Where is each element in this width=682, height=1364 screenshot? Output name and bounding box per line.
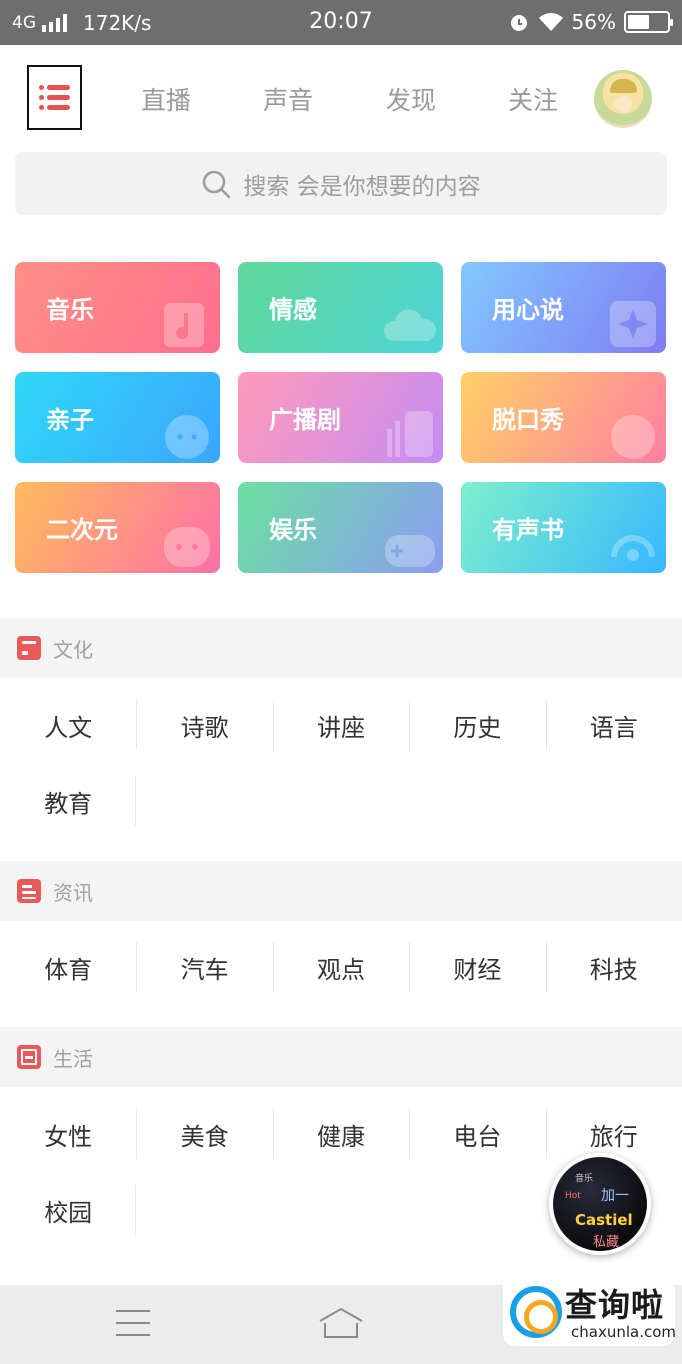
battery-percent: 56%	[571, 10, 616, 34]
category-label: 二次元	[46, 516, 118, 544]
cover-word: 加一	[601, 1188, 629, 1204]
subcategory-item[interactable]: 电台	[409, 1096, 545, 1172]
home-icon[interactable]	[318, 1307, 364, 1341]
subcategory-item[interactable]: 体育	[0, 929, 136, 1005]
category-music[interactable]: 音乐	[15, 262, 220, 353]
search-placeholder: 搜索 会是你想要的内容	[243, 173, 481, 200]
status-bar: 4G 172K/s 20:07 56%	[0, 0, 682, 45]
cover-word: Castiel	[575, 1211, 633, 1229]
news-icon	[17, 879, 41, 903]
subcategory-item[interactable]: 美食	[136, 1096, 272, 1172]
cover-word: 私藏	[593, 1235, 620, 1250]
watermark-url: chaxunla.com	[571, 1323, 676, 1341]
recent-apps-icon[interactable]	[116, 1310, 150, 1336]
search-bar[interactable]: 搜索 会是你想要的内容	[15, 152, 667, 215]
category-label: 用心说	[492, 296, 564, 324]
category-anime[interactable]: 二次元	[15, 482, 220, 573]
subcategory-item[interactable]: 教育	[0, 763, 137, 839]
alarm-icon	[510, 15, 527, 31]
menu-button[interactable]	[27, 65, 82, 130]
category-audiobook[interactable]: 有声书	[461, 482, 666, 573]
subcategory-item[interactable]: 科技	[545, 929, 682, 1005]
subcategory-item[interactable]: 历史	[409, 687, 545, 763]
tab-discover[interactable]: 发现	[371, 81, 451, 117]
category-heart-talk[interactable]: 用心说	[461, 262, 666, 353]
subcategory-item[interactable]: 女性	[0, 1096, 136, 1172]
category-label: 有声书	[492, 516, 564, 544]
watermark-title: 查询啦	[565, 1286, 665, 1324]
category-talk-show[interactable]: 脱口秀	[461, 372, 666, 463]
album-cover: 音乐 加一 Hot Castiel 私藏	[553, 1157, 647, 1251]
cover-word: Hot	[565, 1191, 581, 1201]
section-row: 教育	[0, 763, 682, 839]
section-row: 体育 汽车 观点 财经 科技	[0, 929, 682, 1005]
category-radio-drama[interactable]: 广播剧	[238, 372, 443, 463]
section-header-news: 资讯	[0, 861, 682, 921]
section-header-life: 生活	[0, 1027, 682, 1087]
tab-sound[interactable]: 声音	[248, 81, 328, 117]
category-label: 情感	[269, 296, 317, 324]
subcategory-item[interactable]: 财经	[409, 929, 545, 1005]
robot-icon	[164, 527, 210, 567]
radio-icon	[387, 411, 433, 457]
category-label: 脱口秀	[492, 406, 564, 434]
tab-live[interactable]: 直播	[126, 81, 206, 117]
search-icon	[203, 170, 231, 198]
category-emotion[interactable]: 情感	[238, 262, 443, 353]
category-entertainment[interactable]: 娱乐	[238, 482, 443, 573]
gamepad-icon	[385, 535, 435, 567]
battery-fill	[628, 15, 650, 29]
cover-word: 音乐	[575, 1174, 594, 1184]
headset-icon	[611, 535, 655, 561]
watermark-logo: 查询啦 chaxunla.com	[503, 1276, 676, 1346]
subcategory-item[interactable]: 讲座	[272, 687, 409, 763]
tab-follow[interactable]: 关注	[493, 81, 573, 117]
subcategory-item[interactable]: 健康	[272, 1096, 409, 1172]
cloud-icon	[383, 309, 436, 341]
subcategory-item[interactable]: 汽车	[136, 929, 272, 1005]
section-title: 资讯	[53, 880, 93, 905]
wifi-icon	[538, 13, 563, 31]
category-parenting[interactable]: 亲子	[15, 372, 220, 463]
music-note-icon	[164, 303, 204, 347]
section-title: 生活	[53, 1046, 93, 1071]
subcategory-item[interactable]: 校园	[0, 1172, 137, 1248]
subcategory-item[interactable]: 观点	[272, 929, 409, 1005]
subcategory-item[interactable]: 诗歌	[136, 687, 272, 763]
life-icon	[17, 1045, 41, 1069]
category-label: 广播剧	[269, 406, 341, 434]
subcategory-item[interactable]: 语言	[545, 687, 682, 763]
section-header-culture: 文化	[0, 618, 682, 678]
child-face-icon	[165, 415, 209, 459]
section-title: 文化	[53, 637, 93, 662]
book-icon	[17, 636, 41, 660]
subcategory-item[interactable]: 人文	[0, 687, 136, 763]
battery-icon	[624, 11, 673, 33]
search-logo-icon	[510, 1286, 562, 1338]
sparkle-icon	[610, 301, 656, 347]
face-icon	[611, 415, 655, 459]
section-row: 人文 诗歌 讲座 历史 语言	[0, 687, 682, 763]
floating-player-button[interactable]: 音乐 加一 Hot Castiel 私藏	[549, 1153, 651, 1255]
category-label: 音乐	[46, 296, 94, 324]
category-label: 娱乐	[269, 516, 317, 544]
user-avatar[interactable]	[594, 70, 652, 128]
top-header: 直播 声音 发现 关注	[0, 45, 682, 150]
category-label: 亲子	[46, 406, 94, 434]
